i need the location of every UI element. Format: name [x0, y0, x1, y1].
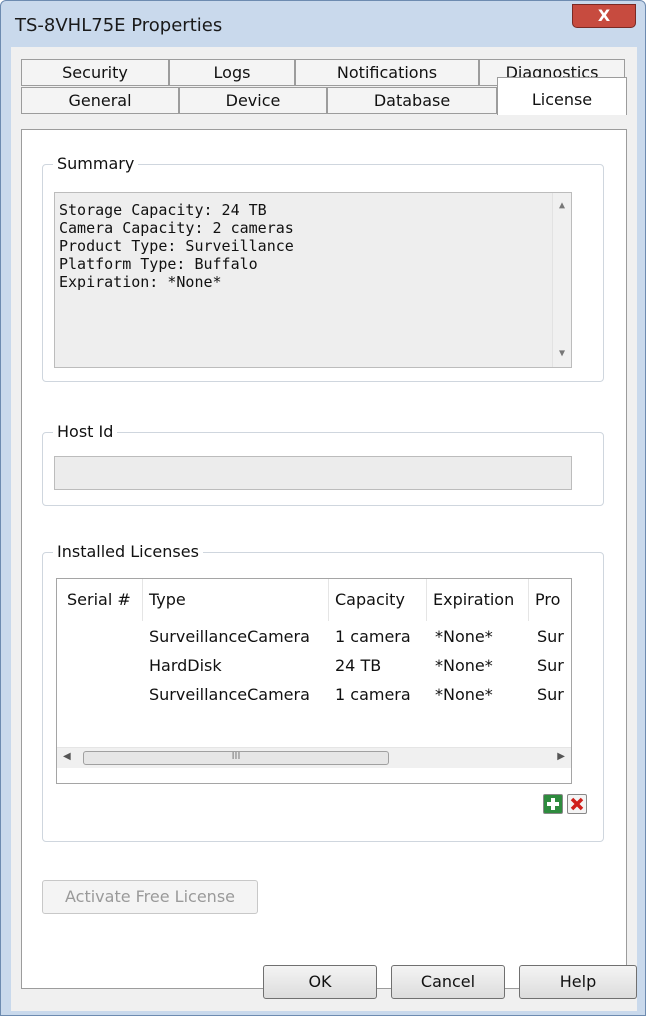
host-id-field[interactable]: [54, 456, 572, 490]
cell-expiration: *None*: [435, 685, 493, 704]
help-button[interactable]: Help: [519, 965, 637, 999]
cell-type: HardDisk: [149, 656, 222, 675]
cell-product: Sur: [537, 656, 564, 675]
scrollbar-thumb[interactable]: III: [83, 751, 389, 765]
scroll-left-icon[interactable]: ◀: [63, 751, 71, 762]
tab-license[interactable]: License: [497, 77, 627, 115]
cell-expiration: *None*: [435, 627, 493, 646]
close-icon: X: [597, 6, 611, 25]
ok-button[interactable]: OK: [263, 965, 377, 999]
grip-icon: III: [231, 751, 241, 762]
host-id-label: Host Id: [53, 422, 118, 441]
tab-row-front: General Device Database License: [21, 77, 627, 116]
remove-license-button[interactable]: [567, 794, 587, 814]
licenses-list[interactable]: Serial # Type Capacity Expiration Pro Su…: [56, 578, 572, 784]
plus-icon: [547, 798, 559, 810]
scroll-right-icon[interactable]: ▶: [557, 751, 565, 762]
cell-capacity: 24 TB: [335, 656, 382, 675]
summary-line: Expiration: *None*: [59, 273, 222, 291]
licenses-horizontal-scrollbar[interactable]: ◀ III ▶: [57, 747, 571, 768]
tab-security[interactable]: Security: [21, 59, 169, 86]
x-icon: [570, 797, 584, 811]
tab-general[interactable]: General: [21, 87, 179, 114]
dialog-client-area: Security Logs Notifications Diagnostics …: [11, 47, 637, 1011]
tab-database[interactable]: Database: [327, 87, 497, 114]
summary-label: Summary: [53, 154, 139, 173]
cell-product: Sur: [537, 685, 564, 704]
summary-line: Storage Capacity: 24 TB: [59, 201, 267, 219]
summary-line: Product Type: Surveillance: [59, 237, 294, 255]
properties-window: TS-8VHL75E Properties X Security Logs No…: [0, 0, 646, 1016]
summary-line: Platform Type: Buffalo: [59, 255, 258, 273]
tab-logs[interactable]: Logs: [169, 59, 295, 86]
installed-licenses-label: Installed Licenses: [53, 542, 203, 561]
tab-notifications[interactable]: Notifications: [295, 59, 479, 86]
cancel-button[interactable]: Cancel: [391, 965, 505, 999]
cell-type: SurveillanceCamera: [149, 627, 310, 646]
cell-product: Sur: [537, 627, 564, 646]
summary-textbox[interactable]: Storage Capacity: 24 TB Camera Capacity:…: [54, 192, 572, 368]
cell-capacity: 1 camera: [335, 627, 411, 646]
column-product[interactable]: Pro: [529, 579, 571, 621]
column-type[interactable]: Type: [143, 579, 329, 621]
license-tab-panel: Summary Storage Capacity: 24 TB Camera C…: [21, 129, 627, 989]
column-serial[interactable]: Serial #: [57, 579, 143, 621]
licenses-list-header: Serial # Type Capacity Expiration Pro: [57, 579, 571, 621]
column-capacity[interactable]: Capacity: [329, 579, 427, 621]
add-license-button[interactable]: [543, 794, 563, 814]
cell-capacity: 1 camera: [335, 685, 411, 704]
close-button[interactable]: X: [572, 4, 636, 28]
title-bar[interactable]: TS-8VHL75E Properties X: [1, 1, 645, 49]
activate-free-license-button[interactable]: Activate Free License: [42, 880, 258, 914]
summary-line: Camera Capacity: 2 cameras: [59, 219, 294, 237]
tab-device[interactable]: Device: [179, 87, 327, 114]
window-title: TS-8VHL75E Properties: [15, 15, 223, 36]
column-expiration[interactable]: Expiration: [427, 579, 529, 621]
scroll-up-icon[interactable]: ▲: [553, 197, 571, 215]
scroll-down-icon[interactable]: ▼: [553, 345, 571, 363]
cell-type: SurveillanceCamera: [149, 685, 310, 704]
cell-expiration: *None*: [435, 656, 493, 675]
summary-vertical-scrollbar[interactable]: ▲ ▼: [552, 193, 571, 367]
